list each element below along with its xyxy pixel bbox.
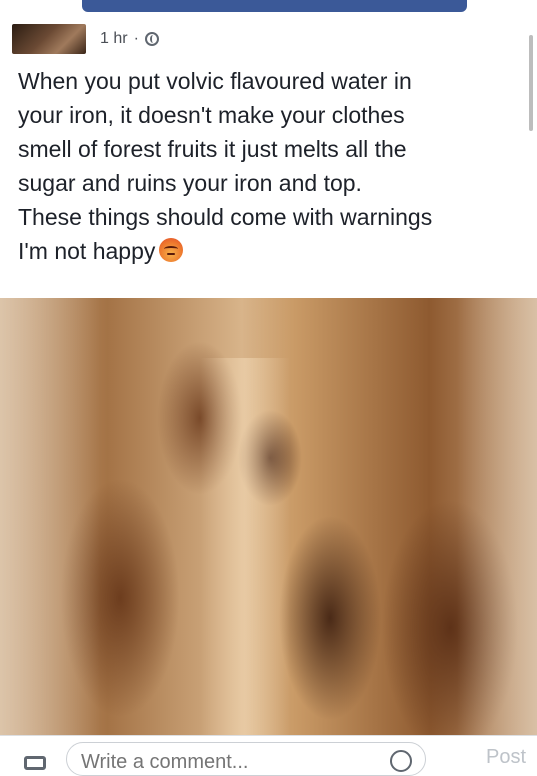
post-header: 1 hr · — [0, 22, 537, 62]
blue-header-bar — [82, 0, 467, 12]
meta-separator: · — [133, 30, 139, 47]
smiley-icon[interactable] — [390, 750, 412, 772]
photo-shading-left — [0, 298, 100, 735]
post-meta: 1 hr · — [100, 30, 159, 48]
post-photo[interactable] — [0, 298, 537, 735]
photo-shading-right — [457, 298, 537, 735]
avatar[interactable] — [12, 24, 86, 54]
photo-sheen — [200, 358, 290, 735]
globe-icon — [144, 32, 159, 46]
post-button[interactable]: Post — [486, 746, 526, 769]
camera-icon[interactable] — [24, 756, 46, 770]
top-bar — [0, 0, 537, 22]
post-text: When you put volvic flavoured water in y… — [18, 64, 528, 268]
comment-bar: Post — [0, 735, 537, 776]
scrollbar[interactable] — [529, 35, 533, 131]
post-body: When you put volvic flavoured water in y… — [18, 68, 433, 264]
comment-input[interactable] — [66, 742, 426, 776]
timestamp[interactable]: 1 hr — [100, 30, 128, 48]
angry-face-icon — [159, 238, 184, 262]
